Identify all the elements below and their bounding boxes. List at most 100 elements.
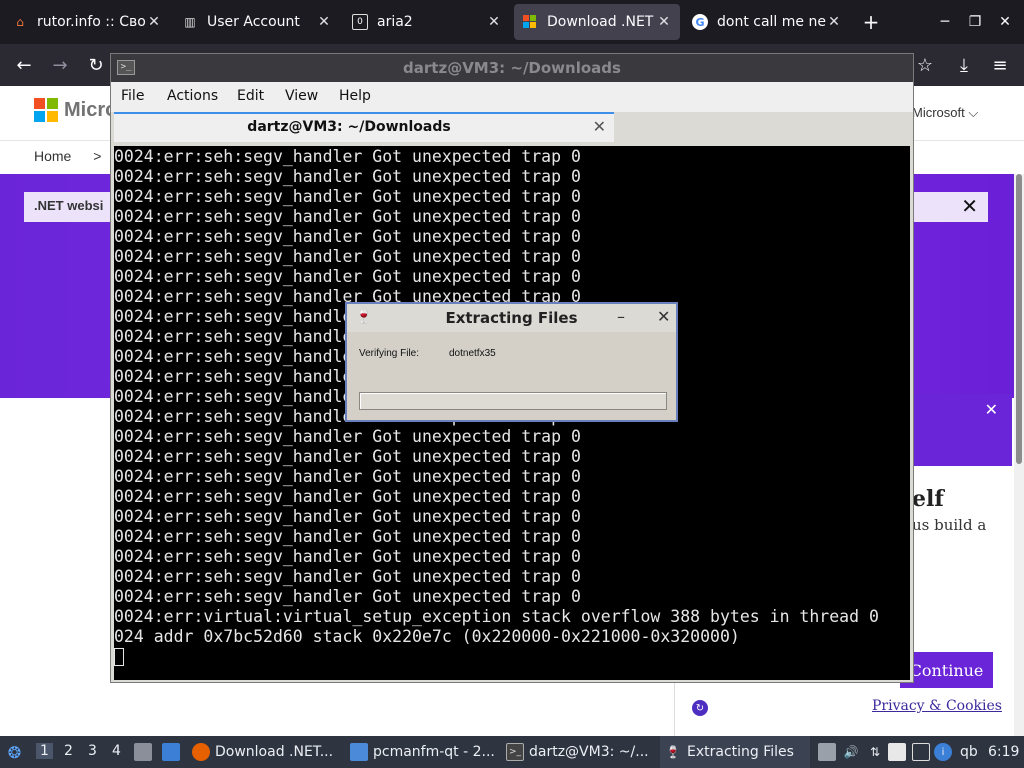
terminal-line: 0024:err:seh:segv_handler Got unexpected… bbox=[114, 447, 581, 466]
terminal-line: 0024:err:seh:segv_handler Got unexpected… bbox=[114, 467, 581, 486]
consent-text: us build a bbox=[912, 516, 987, 534]
tab-close-icon[interactable]: ✕ bbox=[146, 14, 162, 30]
tab-user-account[interactable]: ▥ User Account ✕ bbox=[174, 4, 340, 40]
dialog-titlebar[interactable]: 🍷 Extracting Files – ✕ bbox=[347, 304, 676, 332]
bookmark-star-icon[interactable]: ☆ bbox=[911, 50, 939, 80]
terminal-line: 0024:err:seh:segv_handler Got unexpected… bbox=[114, 427, 581, 446]
tab-title: User Account bbox=[207, 14, 300, 30]
terminal-line: 0024:err:virtual:virtual_setup_exception… bbox=[114, 607, 879, 626]
terminal-line: 0024:err:seh:segv_handler Got unexpected… bbox=[114, 147, 581, 166]
window-close-button[interactable]: ✕ bbox=[990, 0, 1020, 44]
terminal-line: 0024:err:seh:segv_handler Got unexpected… bbox=[114, 487, 581, 506]
speaker-icon: 🔊 bbox=[843, 745, 859, 759]
tab-download-dotnet[interactable]: Download .NET F ✕ bbox=[514, 4, 680, 40]
window-restore-button[interactable]: ❐ bbox=[960, 0, 990, 44]
new-tab-button[interactable]: + bbox=[858, 8, 884, 36]
workspace-3[interactable]: 3 bbox=[88, 743, 97, 759]
show-desktop-button[interactable] bbox=[134, 736, 157, 768]
tab-close-icon[interactable]: ✕ bbox=[486, 14, 502, 30]
clock[interactable]: 6:19 bbox=[988, 736, 1019, 768]
terminal-line: 0024:err:seh:segv_handler Got unexpected… bbox=[114, 247, 581, 266]
microsoft-logo[interactable]: Micro bbox=[34, 98, 117, 122]
terminal-line: 0024:err:seh:segv_handler Got unexpected… bbox=[114, 267, 581, 286]
building-favicon-icon: ▥ bbox=[184, 15, 196, 29]
terminal-titlebar[interactable]: >_ dartz@VM3: ~/Downloads bbox=[111, 54, 913, 82]
terminal-line: 0024:err:seh:segv_handler Got unexpected… bbox=[114, 187, 581, 206]
terminal-line: 0024:err:seh:segv_handler Got unexpected… bbox=[114, 507, 581, 526]
breadcrumb-home[interactable]: Home bbox=[34, 148, 71, 164]
menu-edit[interactable]: Edit bbox=[237, 88, 264, 104]
tray-monitor-icon[interactable] bbox=[912, 736, 935, 768]
consent-close-icon[interactable]: ✕ bbox=[985, 400, 998, 419]
menu-file[interactable]: File bbox=[121, 88, 144, 104]
menu-view[interactable]: View bbox=[285, 88, 318, 104]
workspace-1[interactable]: 1 bbox=[36, 743, 53, 759]
firefox-icon bbox=[192, 743, 210, 761]
verifying-label: Verifying File: bbox=[359, 348, 420, 359]
taskbar-item-label: Download .NET... bbox=[215, 744, 334, 760]
taskbar-item-terminal[interactable]: >_ dartz@VM3: ~/... bbox=[506, 736, 656, 768]
taskbar-item-pcmanfm[interactable]: pcmanfm-qt - 2... bbox=[350, 736, 500, 768]
tab-close-icon[interactable]: ✕ bbox=[656, 14, 672, 30]
monitor-icon bbox=[912, 743, 930, 761]
tray-clipboard-icon[interactable] bbox=[818, 736, 841, 768]
back-button[interactable]: ← bbox=[10, 50, 38, 80]
tab-close-icon[interactable]: ✕ bbox=[826, 14, 842, 30]
all-microsoft-menu[interactable]: Microsoft ⌵ bbox=[912, 105, 978, 121]
breadcrumb-separator: > bbox=[93, 148, 102, 164]
app-menu-icon[interactable]: ≡ bbox=[986, 50, 1014, 80]
workspace-2[interactable]: 2 bbox=[64, 743, 73, 759]
consent-header: ✕ bbox=[912, 394, 1012, 466]
tray-qbittorrent[interactable]: qb bbox=[960, 736, 978, 768]
terminal-icon: >_ bbox=[506, 743, 524, 761]
window-switcher-icon bbox=[162, 743, 180, 761]
lxqt-logo-icon: ❂ bbox=[7, 742, 22, 762]
tab-rutor[interactable]: ⌂ rutor.info :: Своб ✕ bbox=[4, 4, 170, 40]
terminal-tab-close-icon[interactable]: ✕ bbox=[593, 117, 606, 136]
reload-button[interactable]: ↻ bbox=[82, 50, 110, 80]
folder-icon bbox=[350, 743, 368, 761]
tab-close-icon[interactable]: ✕ bbox=[316, 14, 332, 30]
workspace-4[interactable]: 4 bbox=[112, 743, 121, 759]
breadcrumb: Home > D bbox=[34, 148, 119, 164]
consent-heading: elf bbox=[912, 486, 944, 512]
menu-actions[interactable]: Actions bbox=[167, 88, 218, 104]
cursor-block bbox=[114, 648, 124, 666]
tray-network-icon[interactable]: ⇅ bbox=[866, 736, 889, 768]
tab-google[interactable]: G dont call me nez ✕ bbox=[684, 4, 850, 40]
terminal-line: 0024:err:seh:segv_handler Got unexpected… bbox=[114, 527, 581, 546]
terminal-window-title: dartz@VM3: ~/Downloads bbox=[403, 59, 621, 77]
tray-notes-icon[interactable] bbox=[888, 736, 911, 768]
terminal-line: 0024:err:seh:segv_handler Got unexpected… bbox=[114, 587, 581, 606]
forward-button[interactable]: → bbox=[46, 50, 74, 80]
taskbar-item-extracting[interactable]: 🍷 Extracting Files bbox=[660, 736, 810, 768]
terminal-line: 0024:err:seh:segv_handler Got unexpected… bbox=[114, 567, 581, 586]
scrollbar-thumb[interactable] bbox=[1016, 174, 1022, 464]
dialog-close-button[interactable]: ✕ bbox=[657, 307, 670, 326]
window-minimize-button[interactable]: ─ bbox=[930, 0, 960, 44]
terminal-line: 0024:err:seh:segv_handler Got unexpected… bbox=[114, 547, 581, 566]
tab-aria2[interactable]: 0 aria2 ✕ bbox=[344, 4, 510, 40]
tab-title: rutor.info :: Своб bbox=[37, 14, 146, 30]
page-scrollbar[interactable] bbox=[1014, 174, 1024, 736]
start-menu-button[interactable]: ❂ bbox=[4, 736, 30, 768]
tray-info-icon[interactable]: i bbox=[934, 736, 957, 768]
terminal-tab-title: dartz@VM3: ~/Downloads bbox=[247, 119, 451, 135]
dialog-title: Extracting Files bbox=[445, 309, 578, 327]
privacy-cookies-link[interactable]: Privacy & Cookies bbox=[872, 698, 1002, 714]
terminal-line: 0024:err:seh:segv_handler Got unexpected… bbox=[114, 207, 581, 226]
aria2-favicon-icon: 0 bbox=[352, 14, 368, 30]
terminal-tab[interactable]: dartz@VM3: ~/Downloads ✕ bbox=[114, 112, 614, 142]
dialog-minimize-button[interactable]: – bbox=[617, 307, 625, 326]
banner-close-icon[interactable]: ✕ bbox=[961, 194, 978, 218]
terminal-menubar: File Actions Edit View Help bbox=[111, 82, 913, 112]
tab-title: dont call me nez bbox=[717, 14, 826, 30]
taskbar-item-firefox[interactable]: Download .NET... bbox=[192, 736, 342, 768]
window-list-button[interactable] bbox=[162, 736, 185, 768]
menu-help[interactable]: Help bbox=[339, 88, 371, 104]
terminal-tabstrip bbox=[614, 112, 913, 142]
desktop: ⌂ rutor.info :: Своб ✕ ▥ User Account ✕ … bbox=[0, 0, 1024, 768]
desktop-icon bbox=[134, 743, 152, 761]
downloads-icon[interactable]: ⤓ bbox=[950, 50, 978, 80]
tray-volume-icon[interactable]: 🔊 bbox=[842, 736, 865, 768]
